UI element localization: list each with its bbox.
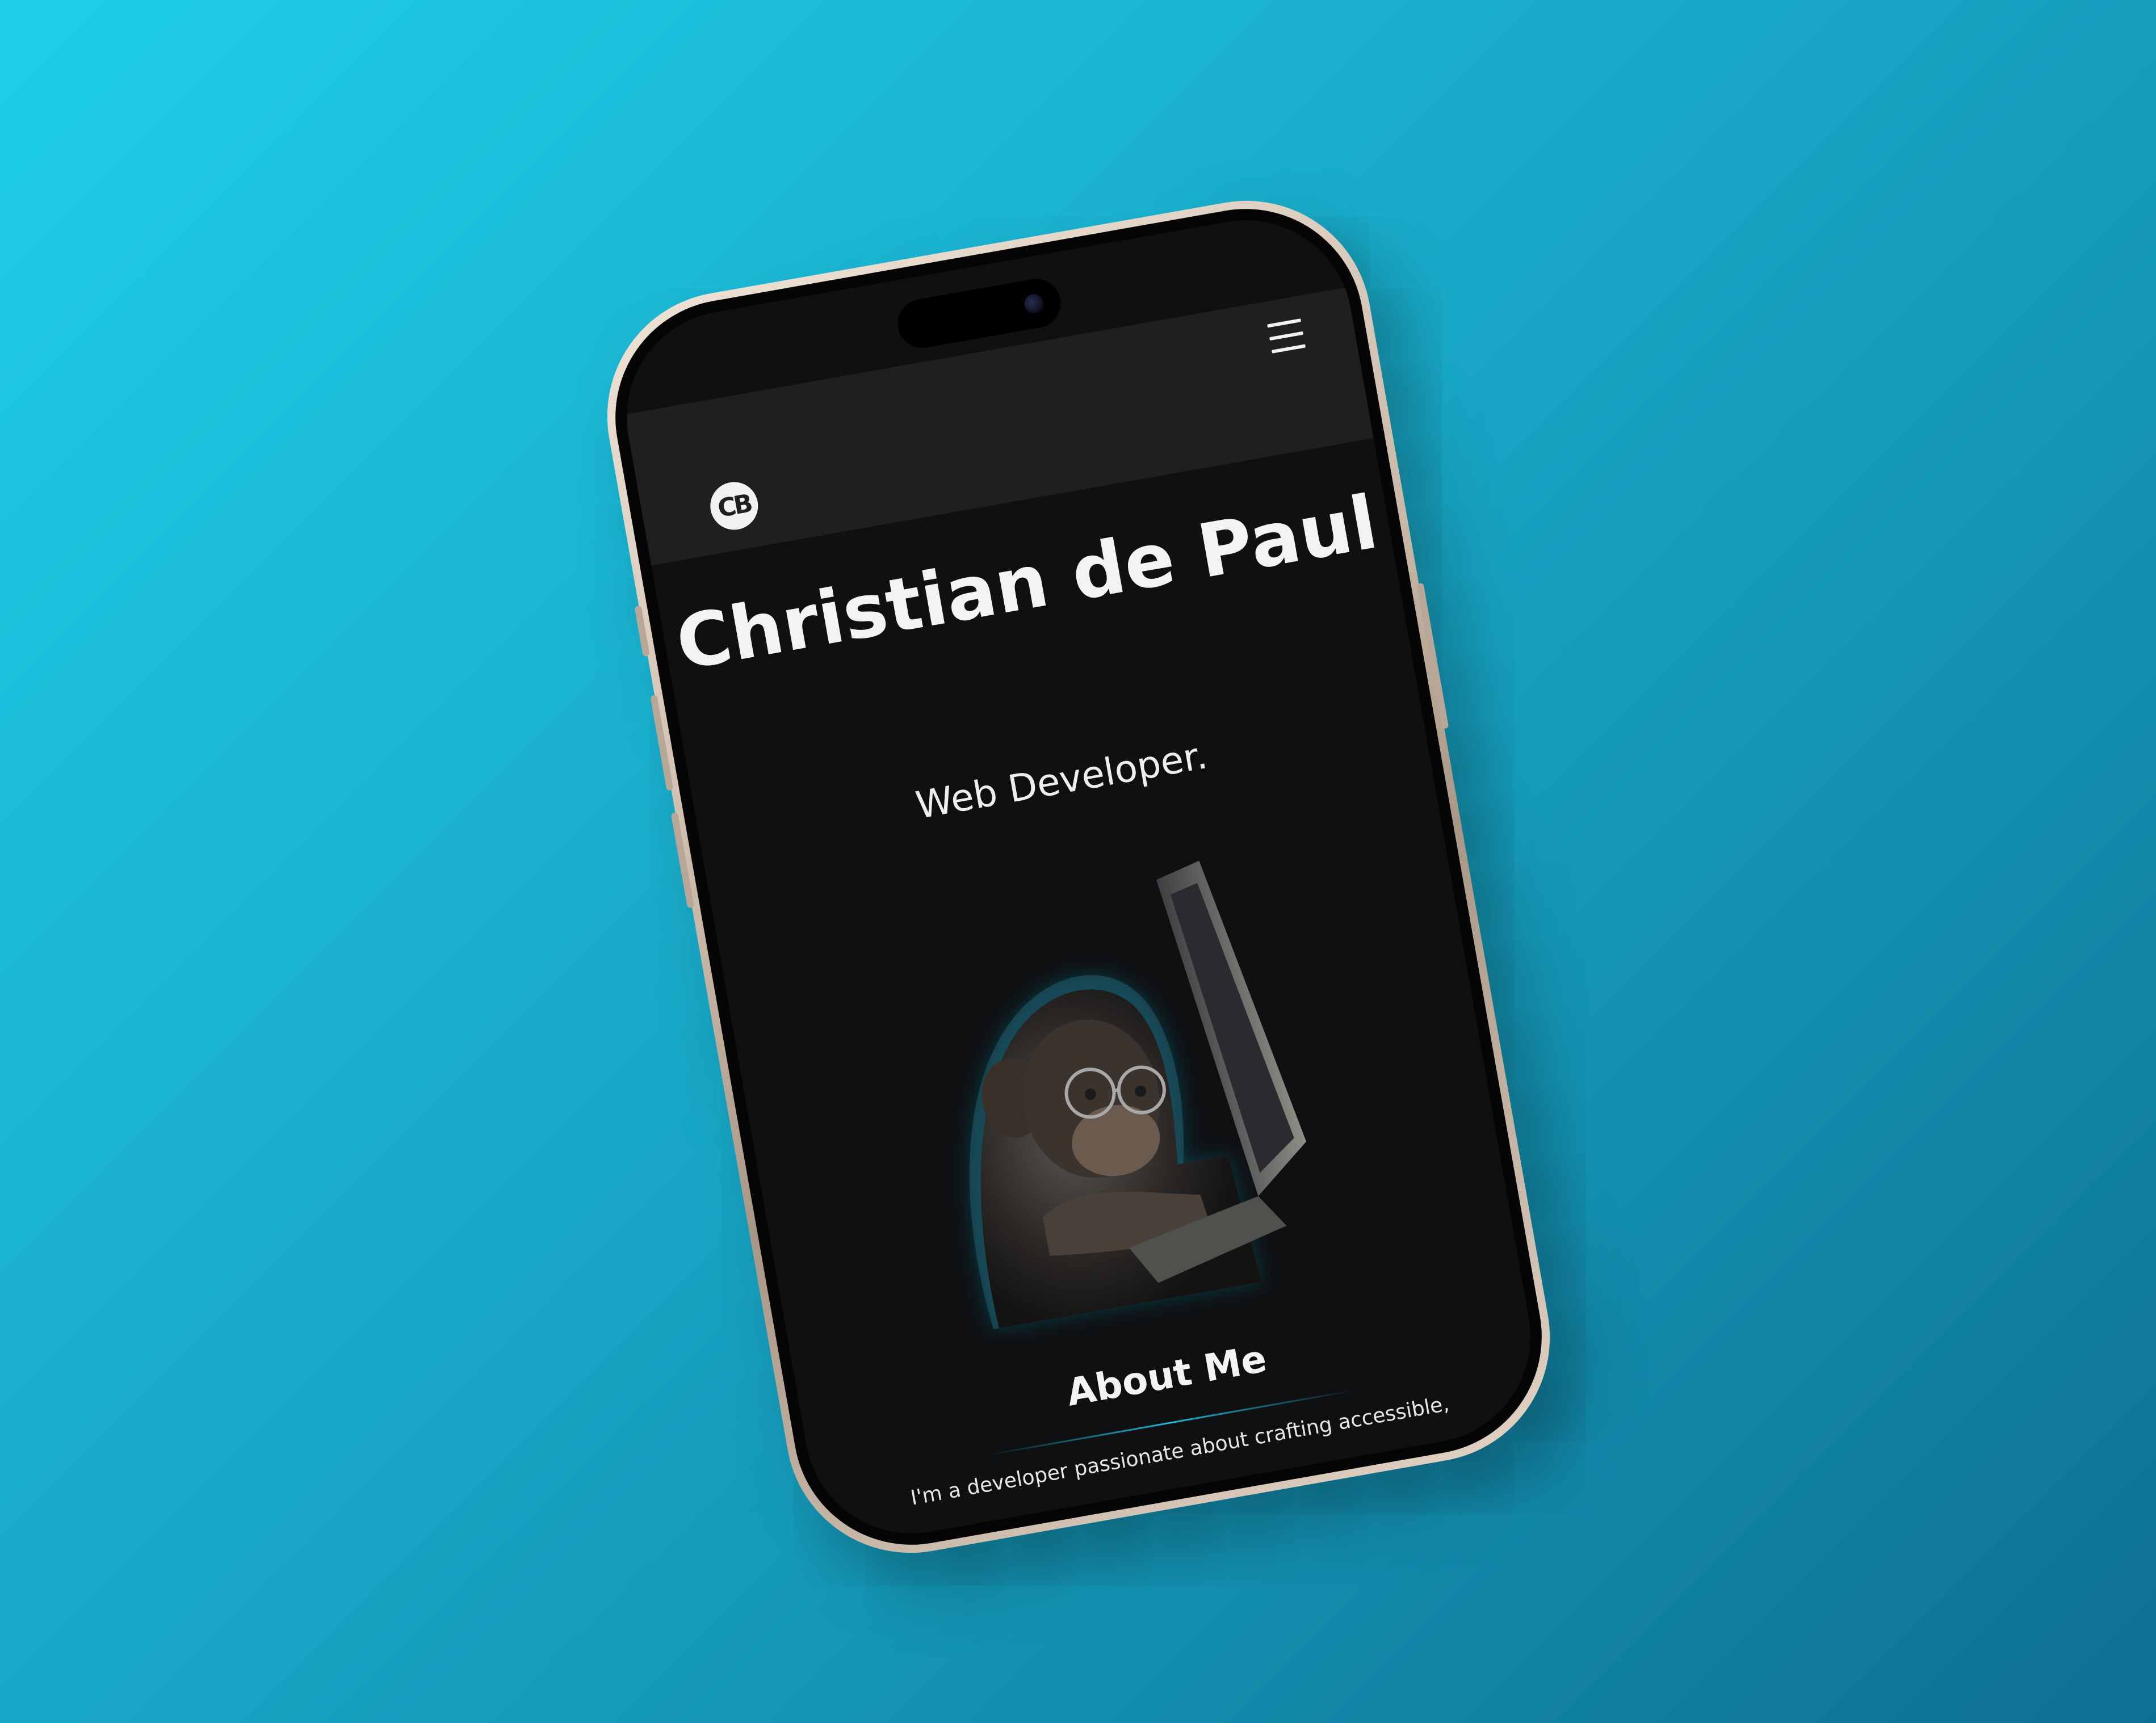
site-logo[interactable]: CB <box>706 478 762 534</box>
phone-screen: CB Christian de Paul Web Developer. Abou… <box>610 203 1547 1550</box>
about-heading: About Me <box>1063 1337 1270 1415</box>
menu-bar <box>1269 331 1304 341</box>
monkey-coding-image <box>969 860 1307 1330</box>
menu-bar <box>1271 344 1306 354</box>
dynamic-island <box>894 275 1065 352</box>
hamburger-menu-icon[interactable] <box>1267 318 1306 354</box>
camera-icon <box>1022 292 1046 315</box>
phone-mockup: CB Christian de Paul Web Developer. Abou… <box>587 181 1570 1573</box>
hero-role: Web Developer. <box>912 733 1211 828</box>
menu-bar <box>1267 318 1302 328</box>
